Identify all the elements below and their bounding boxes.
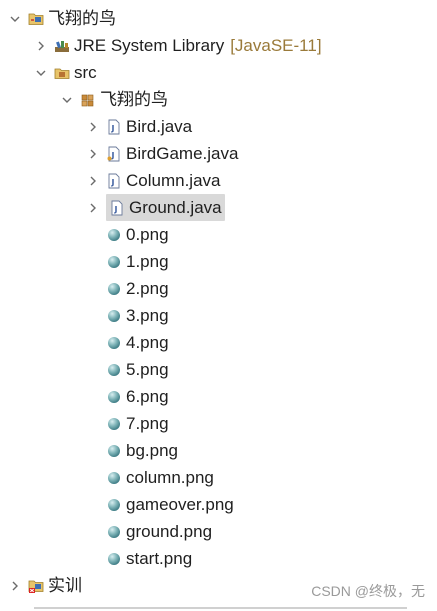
chevron-right-icon[interactable] [86,201,100,215]
java-file-label: Ground.java [129,198,222,217]
png-file-label: bg.png [126,441,178,460]
project-label: 飞翔的鸟 [48,9,116,28]
java-file-label: Bird.java [126,117,193,136]
tree-item-jre[interactable]: JRE System Library [JavaSE-11] [34,32,322,59]
chevron-right-icon[interactable] [8,579,22,593]
image-file-icon [106,227,122,243]
jre-version-decoration: [JavaSE-11] [230,36,322,55]
tree-item-png-file[interactable]: ground.png [106,518,212,545]
png-file-label: 7.png [126,414,169,433]
image-file-icon [106,281,122,297]
tree-item-png-file[interactable]: start.png [106,545,192,572]
jre-label: JRE System Library [74,36,225,55]
svg-text:J: J [114,205,118,214]
png-file-label: 2.png [126,279,169,298]
source-folder-icon [54,65,70,81]
tree-item-png-file[interactable]: 3.png [106,302,169,329]
png-file-label: 1.png [126,252,169,271]
tree-item-java-file-selected[interactable]: J Ground.java [86,194,225,221]
java-project-error-icon [28,578,44,594]
chevron-down-icon[interactable] [8,12,22,26]
tree-item-png-file[interactable]: bg.png [106,437,178,464]
tree-item-other-project[interactable]: 实训 [8,572,82,599]
selection-highlight[interactable]: J Ground.java [106,194,225,221]
image-file-icon [106,497,122,513]
image-file-icon [106,362,122,378]
tree-item-java-file[interactable]: J Bird.java [86,113,192,140]
other-project-label: 实训 [48,576,82,595]
image-file-icon [106,416,122,432]
java-file-label: BirdGame.java [126,144,239,163]
image-file-icon [106,389,122,405]
tree-item-png-file[interactable]: gameover.png [106,491,234,518]
tree-item-java-file[interactable]: J BirdGame.java [86,140,238,167]
svg-text:J: J [111,178,115,187]
package-label: 飞翔的鸟 [100,90,168,109]
png-file-label: 3.png [126,306,169,325]
chevron-right-icon[interactable] [34,39,48,53]
tree-item-png-file[interactable]: 2.png [106,275,169,302]
java-file-label: Column.java [126,171,221,190]
src-label: src [74,63,97,82]
java-file-icon: J [106,119,122,135]
image-file-icon [106,335,122,351]
project-explorer-tree: 飞翔的鸟 JRE System Library [JavaSE-11] src … [0,0,437,611]
watermark: CSDN @终极，无 [311,583,425,599]
tree-item-png-file[interactable]: 1.png [106,248,169,275]
png-file-label: ground.png [126,522,213,541]
tree-item-project[interactable]: 飞翔的鸟 [8,5,116,32]
java-file-icon: J [109,200,125,216]
png-file-label: 4.png [126,333,169,352]
png-file-label: column.png [126,468,214,487]
png-file-label: gameover.png [126,495,234,514]
png-file-label: 5.png [126,360,169,379]
tree-item-png-file[interactable]: 6.png [106,383,169,410]
image-file-icon [106,308,122,324]
svg-text:J: J [111,124,115,133]
chevron-down-icon[interactable] [60,93,74,107]
tree-item-java-file[interactable]: J Column.java [86,167,221,194]
png-file-label: start.png [126,549,193,568]
chevron-right-icon[interactable] [86,174,100,188]
image-file-icon [106,551,122,567]
chevron-down-icon[interactable] [34,66,48,80]
java-file-icon: J [106,173,122,189]
tree-item-png-file[interactable]: 0.png [106,221,169,248]
chevron-right-icon[interactable] [86,147,100,161]
tree-item-png-file[interactable]: 4.png [106,329,169,356]
png-file-label: 6.png [126,387,169,406]
tree-item-png-file[interactable]: 5.png [106,356,169,383]
tree-item-src[interactable]: src [34,59,97,86]
image-file-icon [106,254,122,270]
image-file-icon [106,524,122,540]
package-icon [80,92,96,108]
java-project-icon [28,11,44,27]
image-file-icon [106,470,122,486]
tree-item-package[interactable]: 飞翔的鸟 [60,86,168,113]
scrollbar-track[interactable] [34,607,407,609]
png-file-label: 0.png [126,225,169,244]
library-icon [54,38,70,54]
tree-item-png-file[interactable]: 7.png [106,410,169,437]
java-file-icon: J [106,146,122,162]
chevron-right-icon[interactable] [86,120,100,134]
tree-item-png-file[interactable]: column.png [106,464,214,491]
image-file-icon [106,443,122,459]
